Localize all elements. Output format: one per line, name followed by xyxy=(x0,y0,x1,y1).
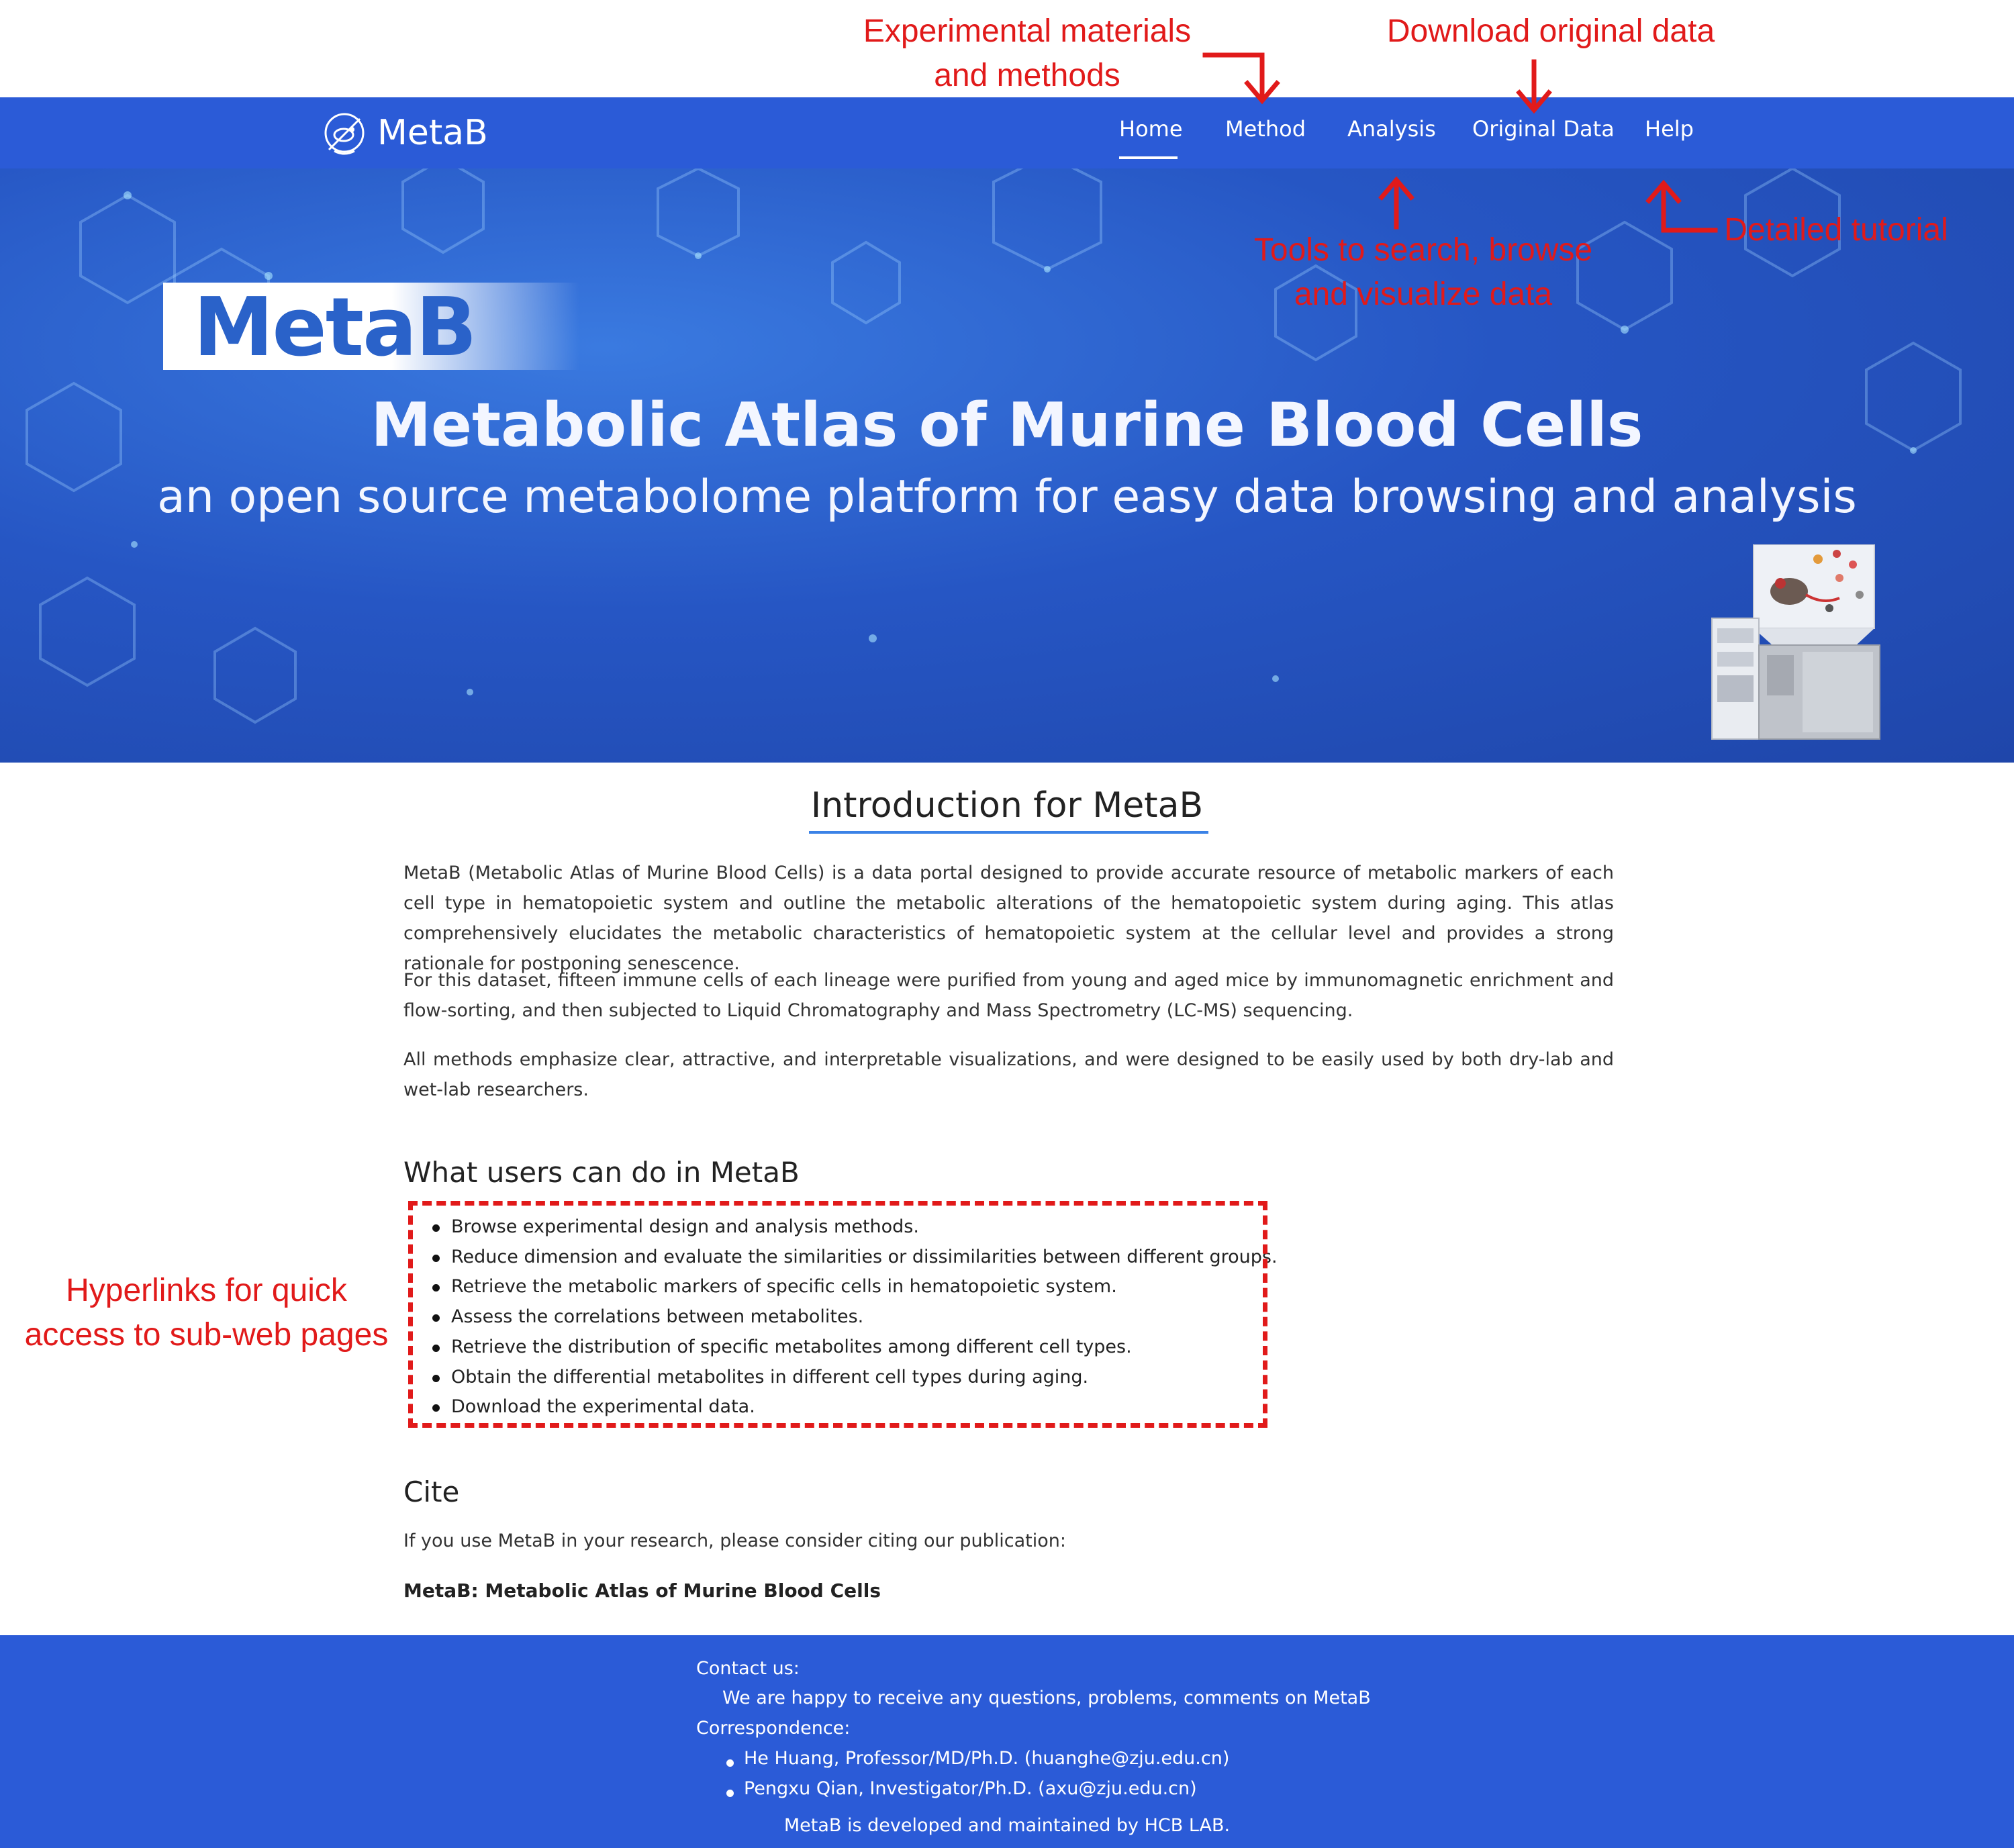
nav-active-indicator xyxy=(1119,156,1178,159)
cite-heading: Cite xyxy=(403,1475,460,1508)
annotation-dashed-box xyxy=(408,1201,1267,1428)
footer: Contact us: We are happy to receive any … xyxy=(0,1635,2014,1848)
bullet-icon xyxy=(726,1759,734,1767)
nav-help[interactable]: Help xyxy=(1645,116,1694,142)
annotation-line: and visualize data xyxy=(1294,277,1553,312)
intro-paragraph: All methods emphasize clear, attractive,… xyxy=(403,1049,1614,1100)
nav-method[interactable]: Method xyxy=(1225,116,1306,142)
annotation-download-data: Download original data xyxy=(1373,9,1729,54)
brand-link[interactable]: MetaB xyxy=(321,109,488,156)
annotation-hyperlinks: Hyperlinks for quick access to sub-web p… xyxy=(13,1269,399,1357)
footer-person: Pengxu Qian, Investigator/Ph.D. (axu@zju… xyxy=(744,1778,1197,1799)
nav-original-data[interactable]: Original Data xyxy=(1472,116,1615,142)
nav-home[interactable]: Home xyxy=(1119,116,1183,142)
cite-publication: MetaB: Metabolic Atlas of Murine Blood C… xyxy=(403,1579,881,1602)
intro-title-underline xyxy=(809,831,1208,834)
intro-paragraph: MetaB (Metabolic Atlas of Murine Blood C… xyxy=(403,863,1614,974)
annotation-line: access to sub-web pages xyxy=(24,1317,389,1353)
navbar: MetaB Home Method Analysis Original Data… xyxy=(0,97,2014,168)
annotation-tutorial: Detailed tutorial xyxy=(1709,208,1964,252)
hero-logo: MetaB xyxy=(193,281,477,375)
annotation-tools: Tools to search, browse and visualize da… xyxy=(1229,228,1618,317)
annotation-line: Hyperlinks for quick xyxy=(66,1273,347,1308)
users-heading: What users can do in MetaB xyxy=(403,1156,800,1189)
footer-contact-text: We are happy to receive any questions, p… xyxy=(722,1688,1371,1708)
annotation-line: Tools to search, browse xyxy=(1253,232,1593,268)
hero-banner: MetaB Metabolic Atlas of Murine Blood Ce… xyxy=(0,168,2014,763)
intro-paragraph: For this dataset, fifteen immune cells o… xyxy=(403,970,1614,1021)
bullet-icon xyxy=(726,1790,734,1797)
nav-analysis[interactable]: Analysis xyxy=(1347,116,1436,142)
annotation-line: Download original data xyxy=(1386,13,1715,49)
lab-instrument-mouse-icon xyxy=(1711,544,1880,740)
annotation-experimental-methods: Experimental materials and methods xyxy=(849,9,1205,98)
mouse-logo-icon xyxy=(324,113,365,155)
footer-person: He Huang, Professor/MD/Ph.D. (huanghe@zj… xyxy=(744,1748,1230,1769)
hero-subtitle: an open source metabolome platform for e… xyxy=(157,471,1857,524)
intro-title: Introduction for MetaB xyxy=(810,785,1204,826)
footer-developed-by: MetaB is developed and maintained by HCB… xyxy=(783,1815,1231,1836)
footer-contact-label: Contact us: xyxy=(696,1658,800,1679)
footer-correspondence-label: Correspondence: xyxy=(696,1718,851,1739)
arrow-icon xyxy=(1202,52,1265,102)
hero-title: Metabolic Atlas of Murine Blood Cells xyxy=(371,390,1643,460)
cite-text: If you use MetaB in your research, pleas… xyxy=(403,1530,1066,1551)
annotation-line: Detailed tutorial xyxy=(1724,212,1948,248)
annotation-line: and methods xyxy=(934,58,1120,93)
annotation-line: Experimental materials xyxy=(863,13,1192,49)
brand-name: MetaB xyxy=(377,113,488,153)
